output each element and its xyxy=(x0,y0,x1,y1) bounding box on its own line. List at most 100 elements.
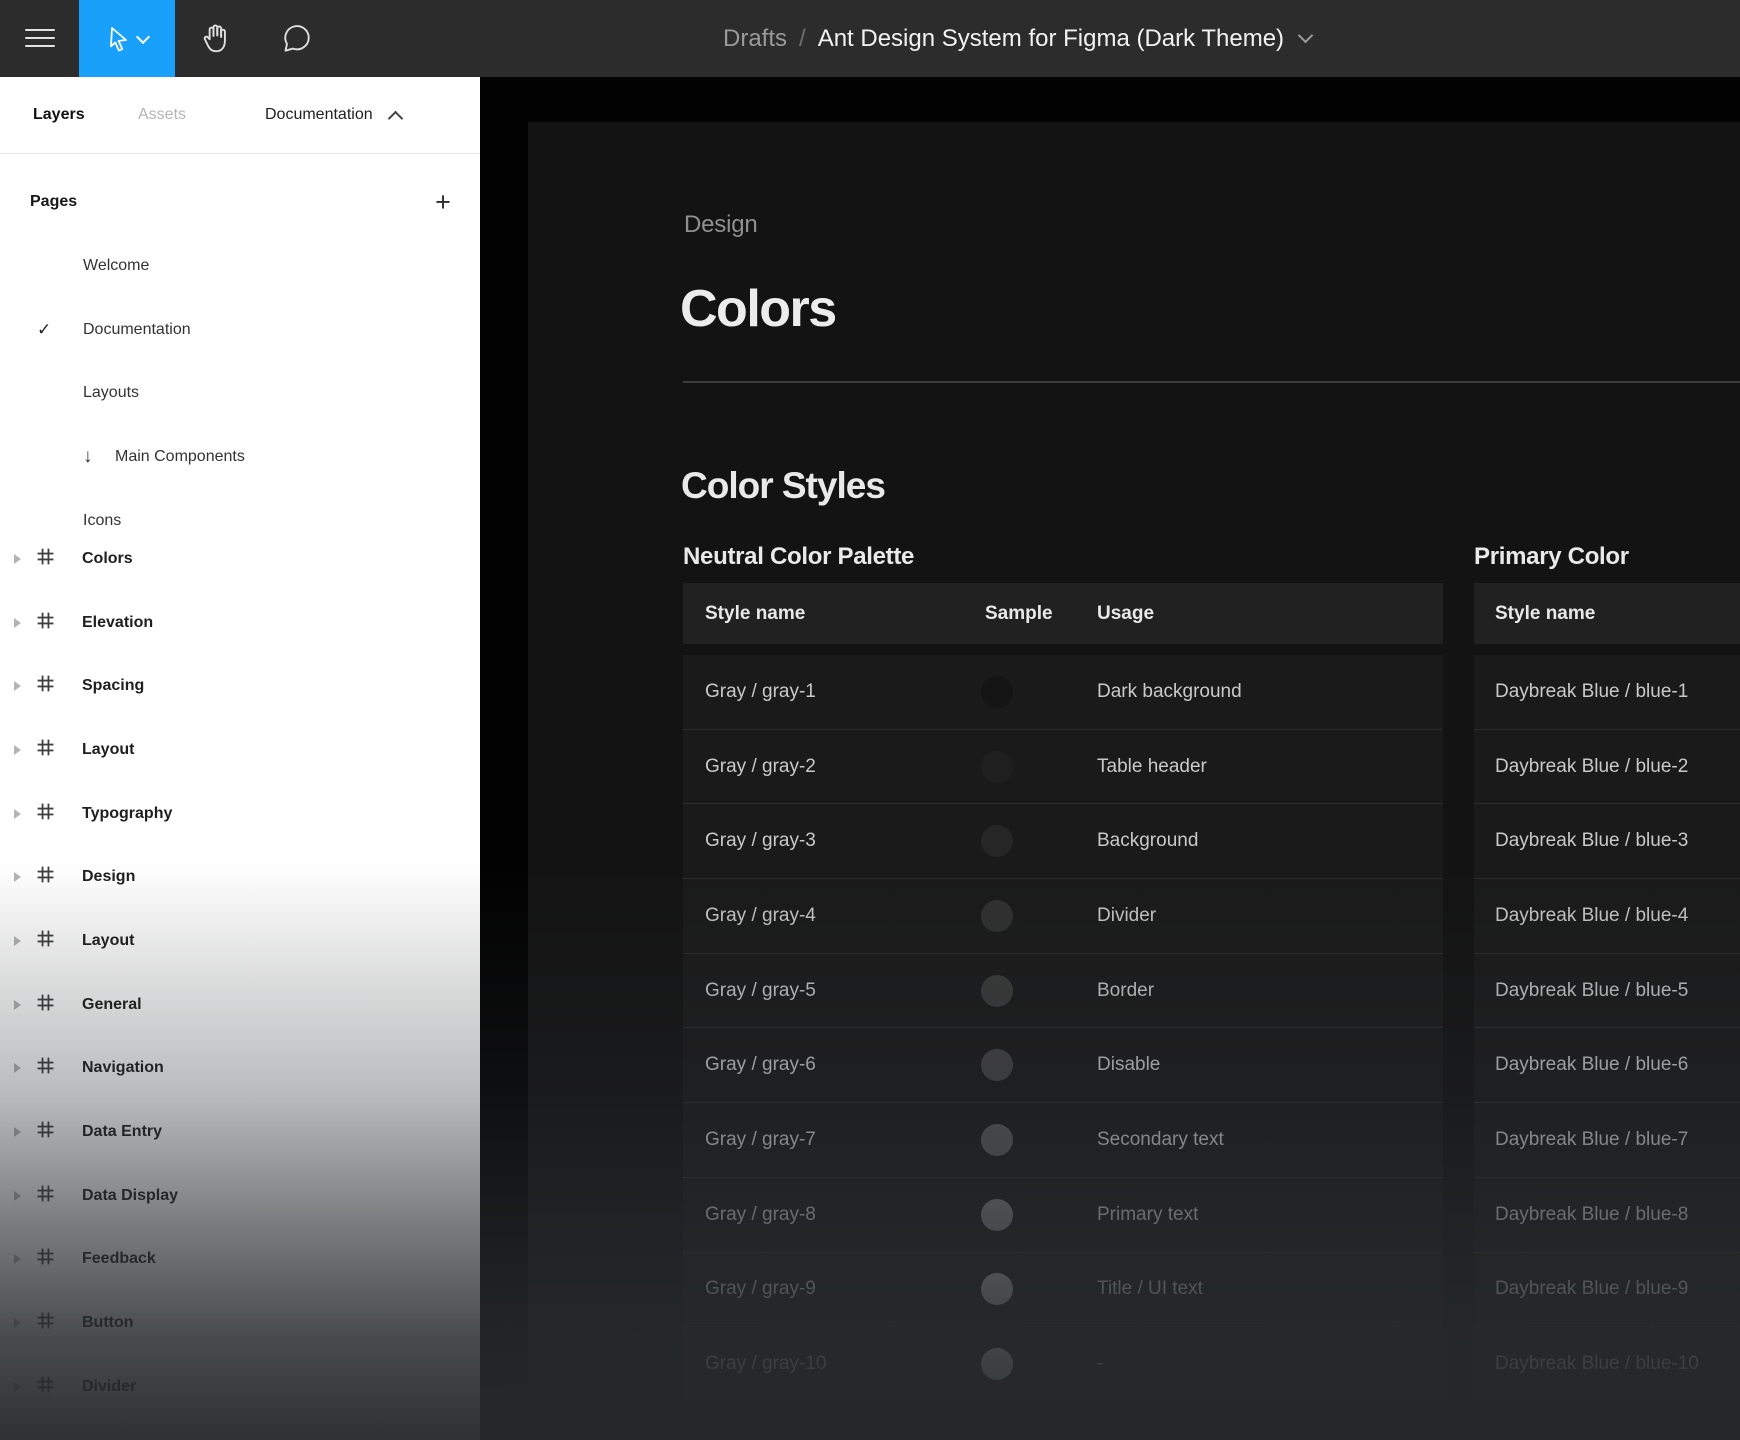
neutral-table-body: Gray / gray-1 Dark background Gray / gra… xyxy=(683,655,1443,1401)
disclosure-triangle-icon[interactable] xyxy=(14,1190,21,1201)
hand-tool-button[interactable] xyxy=(190,0,242,77)
style-name: Daybreak Blue / blue-3 xyxy=(1495,830,1689,852)
color-sample-swatch xyxy=(981,1198,1013,1231)
table-row: Gray / gray-3 Background xyxy=(683,803,1443,878)
table-row: Gray / gray-5 Border xyxy=(683,952,1443,1028)
layer-row[interactable]: Data Display xyxy=(0,1164,480,1228)
frame-icon xyxy=(36,547,55,571)
hand-icon xyxy=(199,22,233,56)
layer-row[interactable]: Typography xyxy=(0,782,480,846)
page-item-label: Icons xyxy=(83,511,122,527)
frame-icon xyxy=(36,1120,55,1144)
disclosure-triangle-icon[interactable] xyxy=(14,1063,21,1074)
layer-label: Feedback xyxy=(82,1250,156,1268)
table-row: Gray / gray-9 Title / UI text xyxy=(683,1251,1443,1327)
disclosure-triangle-icon[interactable] xyxy=(14,617,21,628)
chevron-down-icon[interactable] xyxy=(1297,27,1314,44)
primary-table-body: Daybreak Blue / blue-1 Daybreak Blue / b… xyxy=(1474,655,1740,1401)
page-item[interactable]: ↓ Main Components xyxy=(0,425,480,489)
style-name: Gray / gray-5 xyxy=(705,979,816,1001)
usage-text: Border xyxy=(1097,979,1155,1001)
canvas[interactable]: Design Colors Color Styles Neutral Color… xyxy=(480,77,1740,1440)
frame-icon xyxy=(36,929,55,953)
file-title[interactable]: Ant Design System for Figma (Dark Theme) xyxy=(818,25,1284,53)
frame-icon xyxy=(36,865,55,889)
table-row: Daybreak Blue / blue-5 xyxy=(1474,952,1740,1028)
breadcrumb-separator: / xyxy=(799,24,806,52)
layer-row[interactable]: Navigation xyxy=(0,1037,480,1101)
disclosure-triangle-icon[interactable] xyxy=(14,872,21,883)
style-name: Gray / gray-6 xyxy=(705,1054,816,1076)
tab-assets[interactable]: Assets xyxy=(138,77,186,153)
style-name: Daybreak Blue / blue-2 xyxy=(1495,755,1689,777)
primary-table-header: Style name xyxy=(1474,583,1740,644)
layer-row[interactable]: Design xyxy=(0,845,480,909)
layer-row[interactable]: Feedback xyxy=(0,1228,480,1292)
style-name: Gray / gray-7 xyxy=(705,1128,816,1150)
layer-row[interactable]: Spacing xyxy=(0,654,480,718)
column-header-style-name: Style name xyxy=(1495,602,1596,624)
frame-icon xyxy=(36,738,55,762)
tab-layers[interactable]: Layers xyxy=(33,77,85,153)
style-name: Gray / gray-3 xyxy=(705,830,816,852)
disclosure-triangle-icon[interactable] xyxy=(14,1318,21,1329)
layer-row[interactable]: Layout xyxy=(0,909,480,973)
page-item-label: Documentation xyxy=(83,320,191,338)
page-title: Colors xyxy=(680,280,837,338)
disclosure-triangle-icon[interactable] xyxy=(14,744,21,755)
page-item[interactable]: Layouts xyxy=(0,361,480,425)
page-selector[interactable]: Documentation xyxy=(265,77,403,153)
table-row: Daybreak Blue / blue-6 xyxy=(1474,1027,1740,1102)
layer-row[interactable]: Button xyxy=(0,1291,480,1355)
frame-icon xyxy=(36,1311,55,1335)
color-sample-swatch xyxy=(981,675,1013,708)
color-sample-swatch xyxy=(981,1273,1013,1306)
disclosure-triangle-icon[interactable] xyxy=(14,999,21,1010)
add-page-button[interactable]: + xyxy=(428,179,458,225)
disclosure-triangle-icon[interactable] xyxy=(14,935,21,946)
breadcrumb[interactable]: Drafts / Ant Design System for Figma (Da… xyxy=(723,0,1314,77)
style-name: Daybreak Blue / blue-6 xyxy=(1495,1054,1689,1076)
style-name: Gray / gray-2 xyxy=(705,755,816,777)
disclosure-triangle-icon[interactable] xyxy=(14,681,21,692)
disclosure-triangle-icon[interactable] xyxy=(14,1381,21,1392)
page-item[interactable]: Icons xyxy=(0,489,480,527)
design-frame[interactable]: Design Colors Color Styles Neutral Color… xyxy=(528,122,1740,1440)
column-header-style-name: Style name xyxy=(705,602,806,624)
page-item[interactable]: ✓ Documentation xyxy=(0,298,480,362)
style-name: Daybreak Blue / blue-10 xyxy=(1495,1353,1699,1375)
layer-row[interactable]: Colors xyxy=(0,527,480,591)
usage-text: Title / UI text xyxy=(1097,1278,1203,1300)
table-row: Daybreak Blue / blue-10 xyxy=(1474,1326,1740,1401)
layer-row[interactable]: Layout xyxy=(0,718,480,782)
disclosure-triangle-icon[interactable] xyxy=(14,1254,21,1265)
move-tool-button[interactable] xyxy=(79,0,175,77)
main-menu-button[interactable] xyxy=(0,0,79,77)
color-sample-swatch xyxy=(981,974,1013,1007)
comment-tool-button[interactable] xyxy=(268,0,326,77)
table-row: Gray / gray-2 Table header xyxy=(683,728,1443,804)
table-row: Gray / gray-4 Divider xyxy=(683,878,1443,953)
layer-row[interactable]: Divider xyxy=(0,1355,480,1419)
cursor-icon xyxy=(107,26,131,52)
breadcrumb-location[interactable]: Drafts xyxy=(723,25,787,53)
usage-text: Table header xyxy=(1097,755,1207,777)
frame-icon xyxy=(36,1375,55,1399)
color-sample-swatch xyxy=(981,750,1013,783)
style-name: Daybreak Blue / blue-9 xyxy=(1495,1278,1689,1300)
page-item[interactable]: Welcome xyxy=(0,234,480,298)
color-sample-swatch xyxy=(981,1348,1013,1381)
layer-row[interactable]: Elevation xyxy=(0,591,480,655)
page-item-label: Welcome xyxy=(83,256,150,274)
table-row: Daybreak Blue / blue-9 xyxy=(1474,1251,1740,1327)
layer-row[interactable]: General xyxy=(0,973,480,1037)
disclosure-triangle-icon[interactable] xyxy=(14,1127,21,1138)
usage-text: Primary text xyxy=(1097,1203,1199,1225)
disclosure-triangle-icon[interactable] xyxy=(14,553,21,564)
layer-row[interactable]: Data Entry xyxy=(0,1100,480,1164)
style-name: Gray / gray-1 xyxy=(705,680,816,702)
disclosure-triangle-icon[interactable] xyxy=(14,808,21,819)
table-row: Daybreak Blue / blue-8 xyxy=(1474,1176,1740,1252)
divider xyxy=(683,381,1740,383)
frame-icon xyxy=(36,802,55,826)
